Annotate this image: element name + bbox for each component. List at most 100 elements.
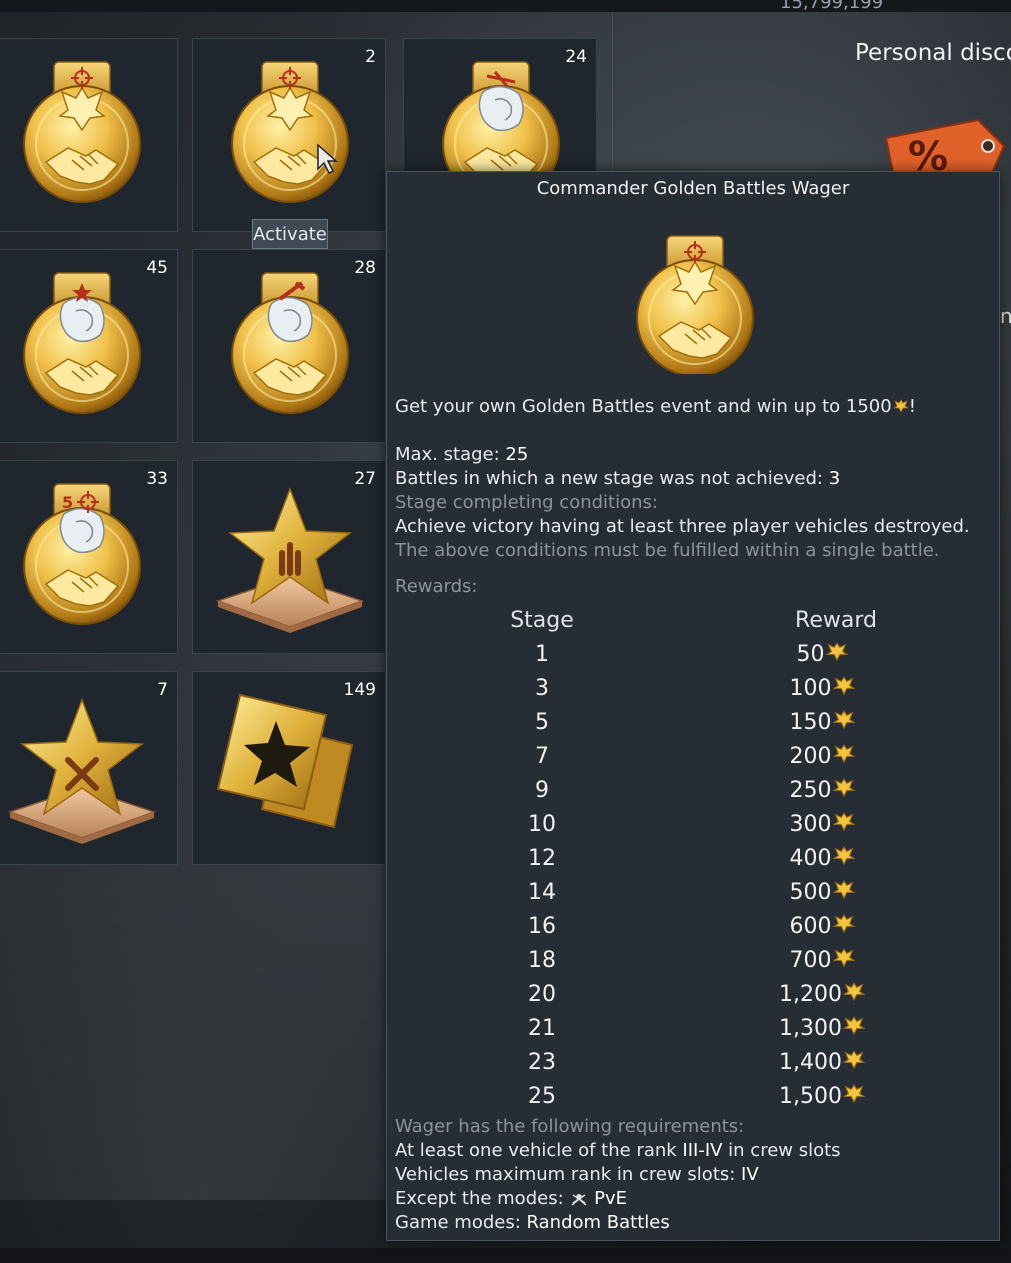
- table-cell-stage: 21: [528, 1016, 556, 1041]
- reward-value: 300: [789, 812, 832, 837]
- table-cell-stage: 12: [528, 846, 556, 871]
- reward-value: 1,400: [779, 1050, 842, 1075]
- golden-eagle-icon: [833, 812, 854, 831]
- reward-value: 1,200: [779, 982, 842, 1007]
- top-bar: 15,799,199: [0, 0, 1011, 13]
- lion-medal-icon: 5: [23, 483, 141, 625]
- golden-eagle-icon: [833, 880, 854, 899]
- table-cell-stage: 14: [528, 880, 556, 905]
- requirement-game-modes: Game modes: Random Battles: [395, 1212, 670, 1233]
- table-cell-stage: 23: [528, 1050, 556, 1075]
- golden-eagle-icon: [843, 1050, 865, 1069]
- reward-value: 200: [789, 744, 832, 769]
- reward-value: 50: [796, 642, 825, 667]
- golden-eagle-icon: [826, 642, 847, 661]
- requirement-except-modes: Except the modes: PvE: [395, 1188, 627, 1209]
- golden-eagle-icon: [833, 778, 854, 797]
- golden-eagle-icon: [833, 744, 854, 763]
- item-count: 7: [157, 680, 168, 700]
- table-cell-reward: 400: [747, 846, 897, 871]
- star-award-icon: [215, 486, 365, 633]
- table-cell-reward: 200: [747, 744, 897, 769]
- requirement-rank: At least one vehicle of the rank III-IV …: [395, 1140, 841, 1161]
- table-cell-reward: 150: [747, 710, 897, 735]
- golden-eagle-icon: [893, 399, 909, 413]
- wager-item-5[interactable]: 28: [192, 249, 386, 443]
- table-cell-reward: 1,300: [747, 1016, 897, 1041]
- conditions-text: Achieve victory having at least three pl…: [395, 516, 970, 537]
- item-count: 28: [354, 258, 376, 278]
- eagle-medal-icon: [23, 61, 141, 203]
- reward-value: 400: [789, 846, 832, 871]
- table-cell-stage: 5: [535, 710, 549, 735]
- golden-eagle-icon: [833, 914, 854, 933]
- personal-discounts-title: Personal disco: [855, 40, 1011, 66]
- wager-item-8[interactable]: 7: [0, 671, 178, 865]
- table-cell-reward: 300: [747, 812, 897, 837]
- golden-eagle-icon: [843, 1016, 865, 1035]
- wager-item-6[interactable]: 5 33: [0, 460, 178, 654]
- golden-eagle-icon: [833, 846, 854, 865]
- wager-item-1[interactable]: [0, 38, 178, 232]
- item-count: 33: [146, 469, 168, 489]
- reward-value: 700: [789, 948, 832, 973]
- golden-eagle-icon: [833, 948, 854, 967]
- table-cell-reward: 1,200: [747, 982, 897, 1007]
- wager-item-9[interactable]: 149: [192, 671, 386, 865]
- requirement-max-rank: Vehicles maximum rank in crew slots: IV: [395, 1164, 759, 1185]
- golden-eagle-icon: [843, 982, 865, 1001]
- reward-value: 250: [789, 778, 832, 803]
- activate-button[interactable]: Activate: [252, 219, 328, 249]
- table-cell-reward: 50: [747, 642, 897, 667]
- wager-item-4[interactable]: 45: [0, 249, 178, 443]
- star-award-cross-icon: [7, 697, 157, 844]
- bottom-strip: [0, 1248, 1011, 1263]
- battles-line: Battles in which a new stage was not ach…: [395, 468, 841, 489]
- rewards-label: Rewards:: [395, 576, 478, 597]
- table-cell-reward: 250: [747, 778, 897, 803]
- item-count: 149: [343, 680, 376, 700]
- table-cell-stage: 25: [528, 1084, 556, 1109]
- table-cell-reward: 600: [747, 914, 897, 939]
- item-count: 2: [365, 47, 376, 67]
- eagle-medal-icon: [636, 235, 754, 374]
- reward-value: 600: [789, 914, 832, 939]
- item-count: 24: [565, 47, 587, 67]
- wager-item-2[interactable]: 2: [192, 38, 386, 232]
- table-cell-stage: 16: [528, 914, 556, 939]
- table-cell-reward: 500: [747, 880, 897, 905]
- golden-eagle-icon: [833, 710, 854, 729]
- table-cell-reward: 1,400: [747, 1050, 897, 1075]
- lion-medal-icon: [23, 272, 141, 414]
- table-cell-stage: 3: [535, 676, 549, 701]
- conditions-note: The above conditions must be fulfilled w…: [395, 540, 940, 561]
- table-cell-reward: 700: [747, 948, 897, 973]
- reward-value: 500: [789, 880, 832, 905]
- mouse-cursor-icon: [317, 143, 338, 175]
- item-count: 45: [146, 258, 168, 278]
- conditions-label: Stage completing conditions:: [395, 492, 658, 513]
- wager-tooltip: Commander Golden Battles Wager Get your …: [386, 171, 1000, 1241]
- table-cell-stage: 18: [528, 948, 556, 973]
- golden-eagle-icon: [833, 676, 854, 695]
- column-header-reward: Reward: [795, 608, 877, 633]
- golden-eagle-icon: [843, 1084, 865, 1103]
- reward-value: 100: [789, 676, 832, 701]
- table-cell-stage: 20: [528, 982, 556, 1007]
- table-cell-reward: 100: [747, 676, 897, 701]
- table-cell-stage: 9: [535, 778, 549, 803]
- gold-card-icon: [216, 693, 354, 829]
- item-count: 27: [354, 469, 376, 489]
- reward-value: 1,500: [779, 1084, 842, 1109]
- table-cell-stage: 7: [535, 744, 549, 769]
- reward-value: 1,300: [779, 1016, 842, 1041]
- lion-medal-icon: [231, 272, 349, 414]
- wager-item-7[interactable]: 27: [192, 460, 386, 654]
- tooltip-title: Commander Golden Battles Wager: [536, 178, 850, 199]
- max-stage-line: Max. stage: 25: [395, 444, 529, 465]
- eagle-medal-icon: [231, 61, 349, 203]
- currency-balance: 15,799,199: [780, 0, 884, 13]
- table-cell-stage: 10: [528, 812, 556, 837]
- column-header-stage: Stage: [510, 608, 574, 633]
- side-text-fragment: n: [1000, 304, 1011, 328]
